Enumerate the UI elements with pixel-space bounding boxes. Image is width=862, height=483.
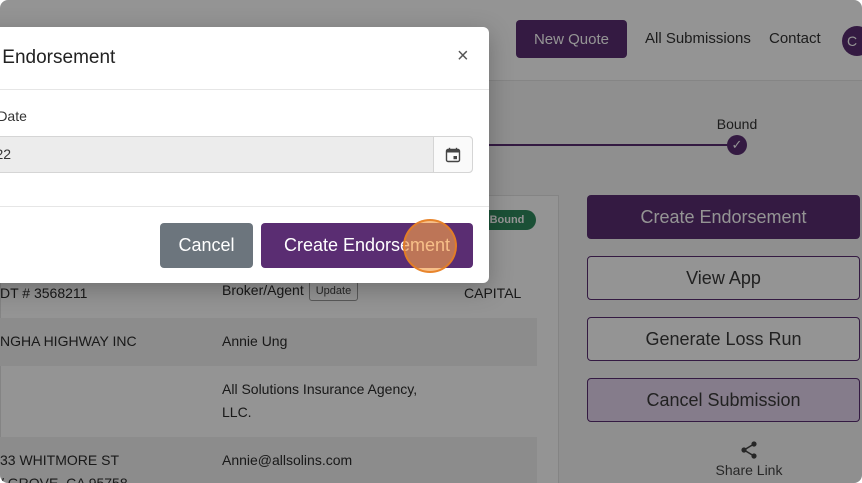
effective-date-label: Effective Date [0,108,27,124]
modal-footer-divider [0,206,489,207]
click-indicator [403,219,457,273]
effective-date-value: 02/14/2022 [0,146,12,162]
effective-date-input[interactable]: 02/14/2022 [0,136,473,173]
calendar-button[interactable] [433,137,472,172]
modal-cancel-button[interactable]: Cancel [160,223,253,268]
calendar-icon [445,147,461,162]
close-icon[interactable]: × [457,45,469,68]
modal-title: Create Endorsement [0,47,116,68]
app-window: New Quote All Submissions Contact C Boun… [0,0,862,483]
modal-header-divider [0,89,489,90]
